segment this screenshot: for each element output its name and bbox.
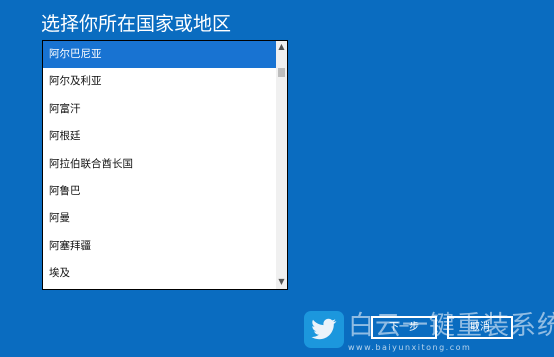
list-item[interactable]: 阿塞拜疆: [43, 233, 276, 260]
list-item[interactable]: 阿鲁巴: [43, 178, 276, 205]
watermark-text: 白云一键重装系统: [348, 311, 554, 341]
country-list: 阿尔巴尼亚 阿尔及利亚 阿富汗 阿根廷 阿拉伯联合酋长国 阿鲁巴 阿曼 阿塞拜疆…: [43, 41, 276, 289]
scroll-thumb[interactable]: [278, 68, 285, 77]
list-item[interactable]: 阿尔及利亚: [43, 68, 276, 95]
watermark: 白云一键重装系统 www.baiyunxitong.com: [304, 311, 554, 356]
country-listbox[interactable]: 阿尔巴尼亚 阿尔及利亚 阿富汗 阿根廷 阿拉伯联合酋长国 阿鲁巴 阿曼 阿塞拜疆…: [42, 40, 288, 290]
list-item[interactable]: 阿拉伯联合酋长国: [43, 151, 276, 178]
scroll-up-arrow-icon[interactable]: ▲: [276, 41, 287, 53]
vertical-scrollbar[interactable]: ▲ ▼: [276, 41, 287, 289]
list-item[interactable]: 阿曼: [43, 205, 276, 232]
list-item[interactable]: 阿根廷: [43, 123, 276, 150]
list-item[interactable]: 埃及: [43, 260, 276, 287]
list-item[interactable]: 阿富汗: [43, 96, 276, 123]
watermark-url: www.baiyunxitong.com: [348, 343, 472, 352]
scroll-down-arrow-icon[interactable]: ▼: [276, 276, 287, 288]
page-title: 选择你所在国家或地区: [41, 13, 232, 35]
list-item-selected[interactable]: 阿尔巴尼亚: [43, 41, 276, 69]
bird-logo-icon: [304, 311, 344, 348]
